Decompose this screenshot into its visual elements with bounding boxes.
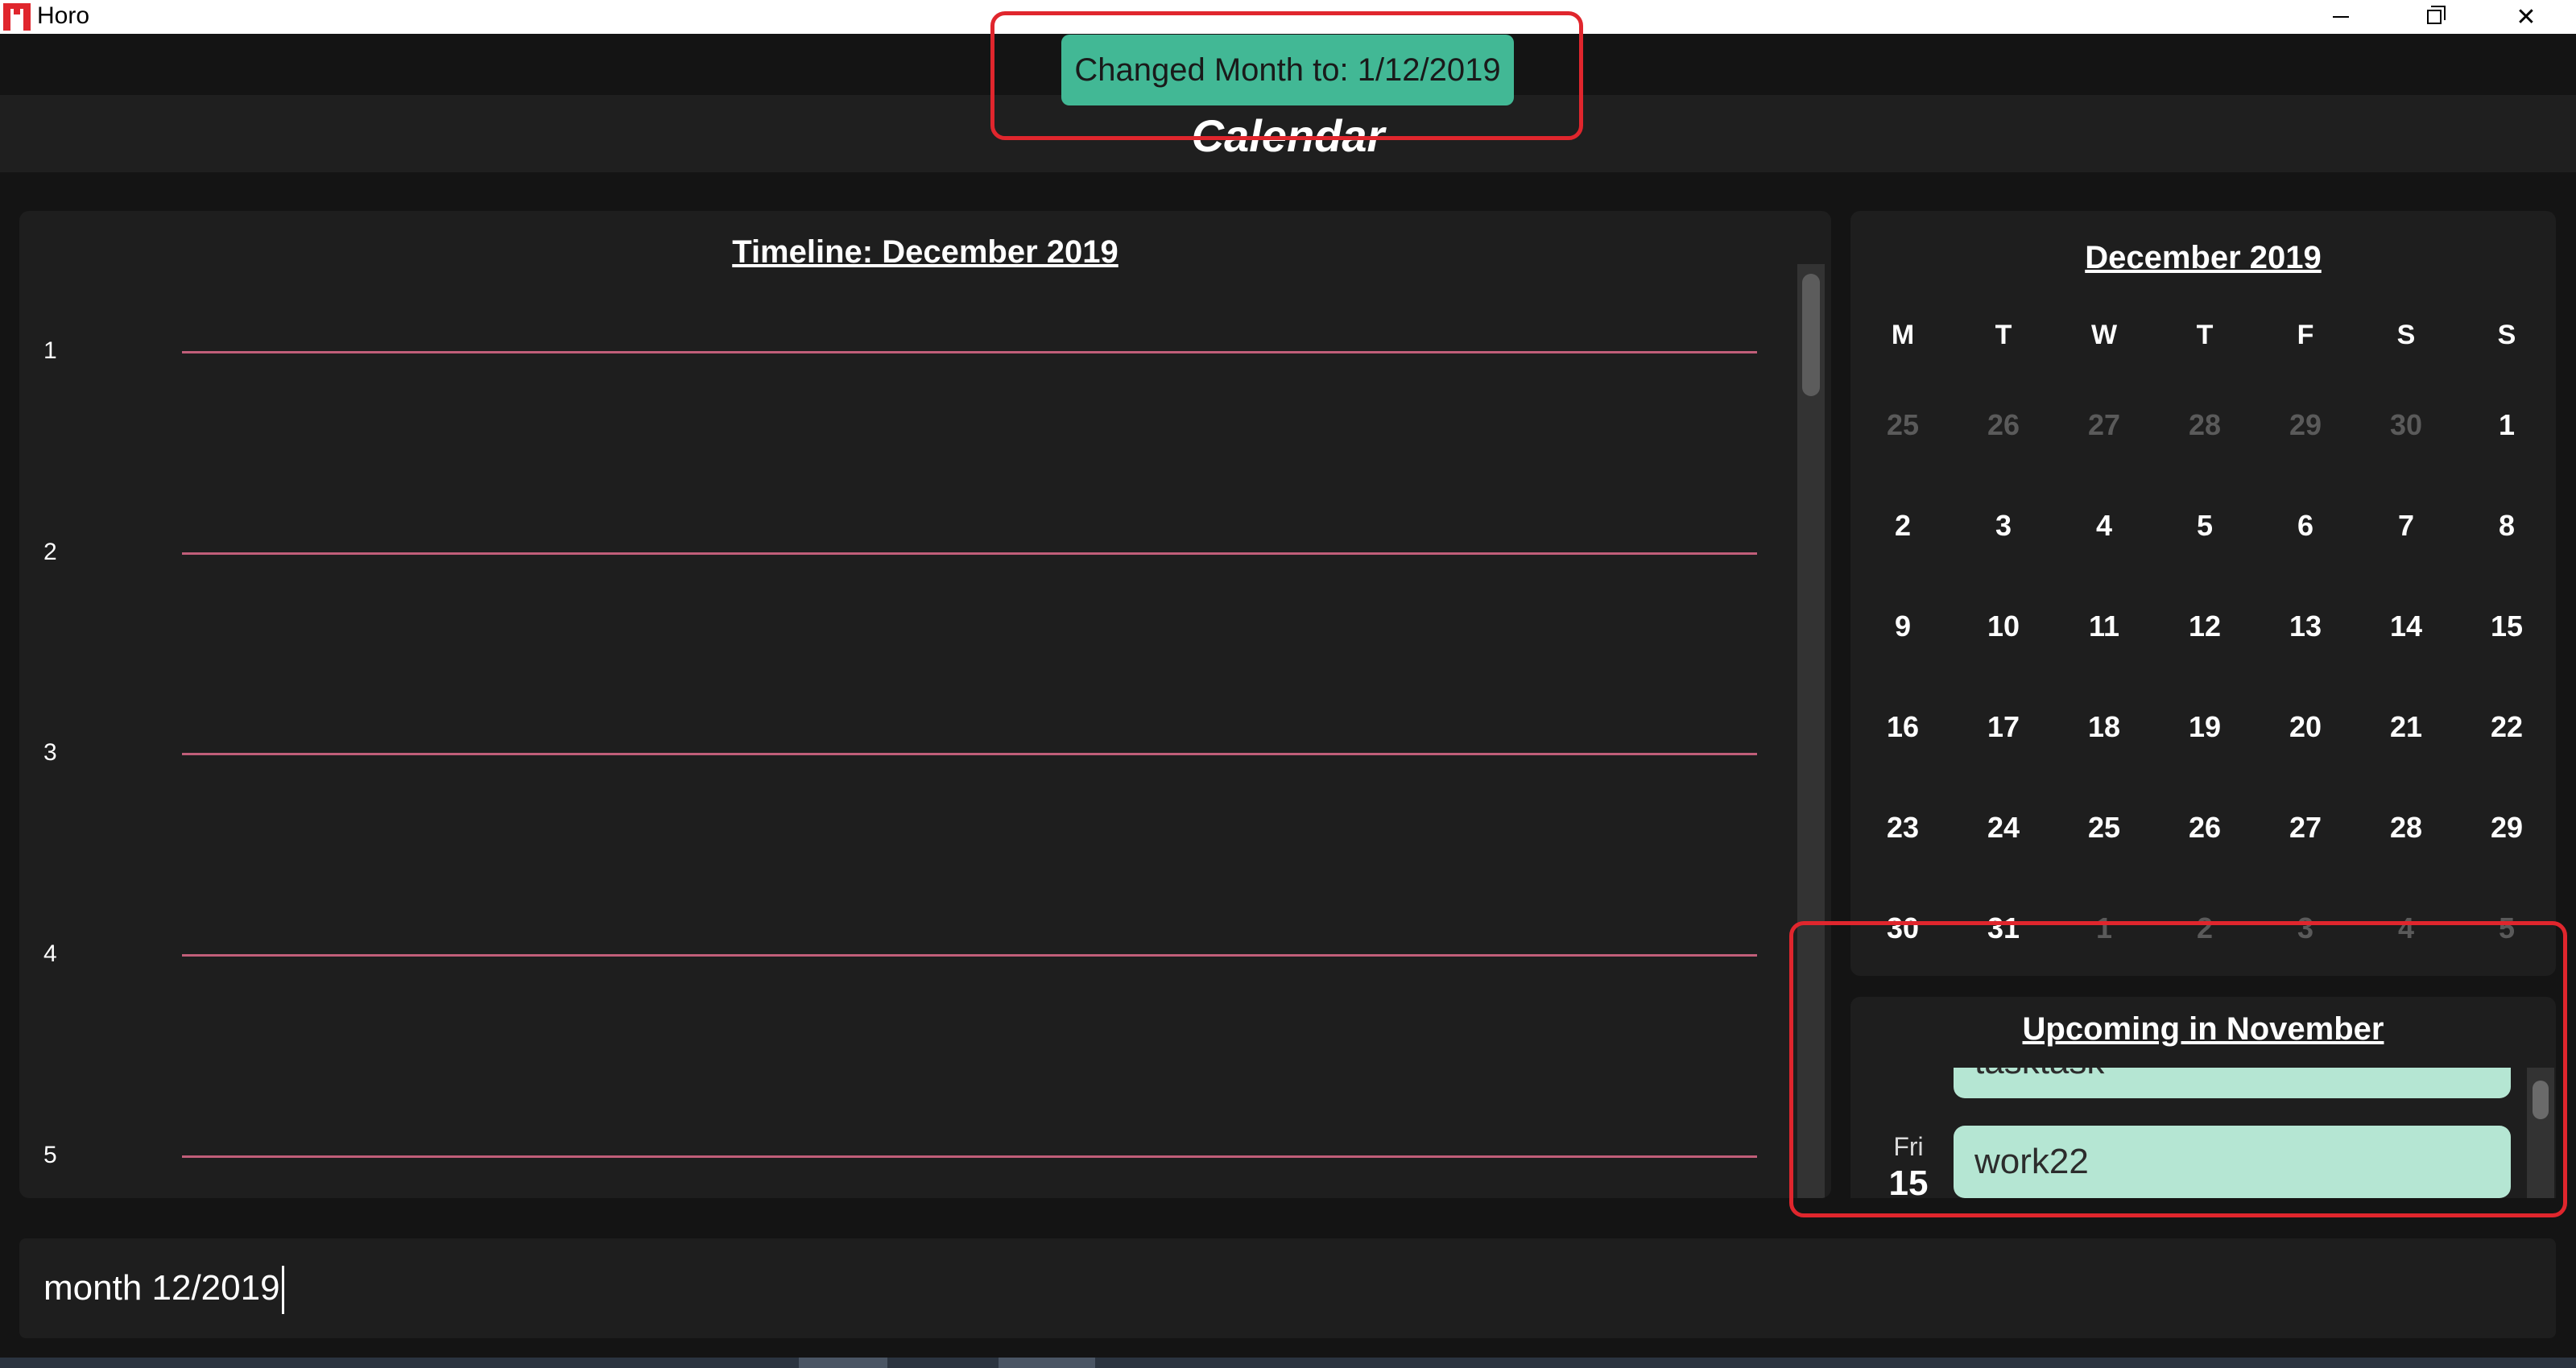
calendar-day[interactable]: 26 [2160,804,2249,852]
calendar-day[interactable]: 6 [2261,502,2350,550]
calendar-day[interactable]: 28 [2362,804,2450,852]
calendar-day[interactable]: 22 [2462,703,2551,751]
calendar-weekday-header: F [2297,320,2314,350]
calendar-weekday-header: T [2196,320,2214,350]
timeline-row-label: 5 [43,1142,57,1168]
taskbar-item[interactable] [999,1358,1095,1368]
calendar-day[interactable]: 17 [1959,703,2048,751]
timeline-row-label: 4 [43,940,57,967]
calendar-day[interactable]: 20 [2261,703,2350,751]
calendar-day[interactable]: 13 [2261,602,2350,651]
calendar-day[interactable]: 4 [2060,502,2148,550]
calendar-panel: December 2019 M T W T F S S 25 26 27 28 29 30 1 2 3 4 5 6 7… [1850,211,2556,976]
calendar-day[interactable]: 7 [2362,502,2450,550]
calendar-weekday-header: T [1995,320,2012,350]
calendar-day-outside-month[interactable]: 27 [2060,401,2148,449]
timeline-row: 2 [19,536,1791,568]
command-input-text[interactable]: month 12/2019 [43,1268,280,1308]
calendar-day[interactable]: 29 [2462,804,2551,852]
timeline-row-label: 3 [43,739,57,766]
calendar-day[interactable]: 21 [2362,703,2450,751]
timeline-divider [182,351,1757,353]
calendar-day[interactable]: 23 [1859,804,1947,852]
calendar-weekday-header: M [1891,320,1915,350]
calendar-day[interactable]: 12 [2160,602,2249,651]
timeline-row: 5 [19,1139,1791,1172]
calendar-day[interactable]: 10 [1959,602,2048,651]
calendar-day[interactable]: 5 [2160,502,2249,550]
calendar-day[interactable]: 8 [2462,502,2551,550]
calendar-day[interactable]: 27 [2261,804,2350,852]
calendar-weekday-header: W [2090,320,2118,350]
upcoming-highlight-box [1789,921,2567,1217]
calendar-day-outside-month[interactable]: 29 [2261,401,2350,449]
calendar-day[interactable]: 3 [1959,502,2048,550]
timeline-divider [182,552,1757,555]
text-caret [281,1266,284,1315]
calendar-weekday-header: S [2497,320,2516,350]
taskbar-item[interactable] [799,1358,887,1368]
calendar-day[interactable]: 19 [2160,703,2249,751]
timeline-row-label: 2 [43,539,57,565]
timeline-row-label: 1 [43,337,57,364]
taskbar-strip [0,1358,2576,1368]
calendar-day[interactable]: 14 [2362,602,2450,651]
calendar-day[interactable]: 18 [2060,703,2148,751]
app-logo-icon [3,3,31,31]
calendar-day[interactable]: 9 [1859,602,1947,651]
minimize-icon[interactable] [2305,0,2377,34]
command-input[interactable]: month 12/2019 [19,1238,2556,1338]
calendar-day[interactable]: 24 [1959,804,2048,852]
timeline-panel: Timeline: December 2019 1 2 3 4 5 [19,211,1831,1198]
timeline-scroll-thumb[interactable] [1802,274,1820,396]
close-icon[interactable]: ✕ [2490,0,2562,34]
calendar-day-outside-month[interactable]: 28 [2160,401,2249,449]
timeline-title: Timeline: December 2019 [732,234,1118,270]
calendar-day-outside-month[interactable]: 30 [2362,401,2450,449]
calendar-day[interactable]: 16 [1859,703,1947,751]
timeline-divider [182,753,1757,755]
timeline-row: 4 [19,938,1791,970]
timeline-row: 3 [19,737,1791,769]
calendar-weekday-header: S [2396,320,2416,350]
calendar-day-outside-month[interactable]: 25 [1859,401,1947,449]
calendar-day[interactable]: 1 [2462,401,2551,449]
calendar-day[interactable]: 15 [2462,602,2551,651]
timeline-divider [182,1155,1757,1158]
timeline-divider [182,954,1757,957]
calendar-month-title: December 2019 [2085,240,2322,275]
restore-icon[interactable] [2398,0,2471,34]
calendar-day-outside-month[interactable]: 26 [1959,401,2048,449]
timeline-row: 1 [19,335,1791,367]
calendar-day[interactable]: 25 [2060,804,2148,852]
calendar-day[interactable]: 11 [2060,602,2148,651]
window-title: Horo [37,2,90,29]
calendar-day[interactable]: 2 [1859,502,1947,550]
toast-highlight-box [990,11,1583,140]
